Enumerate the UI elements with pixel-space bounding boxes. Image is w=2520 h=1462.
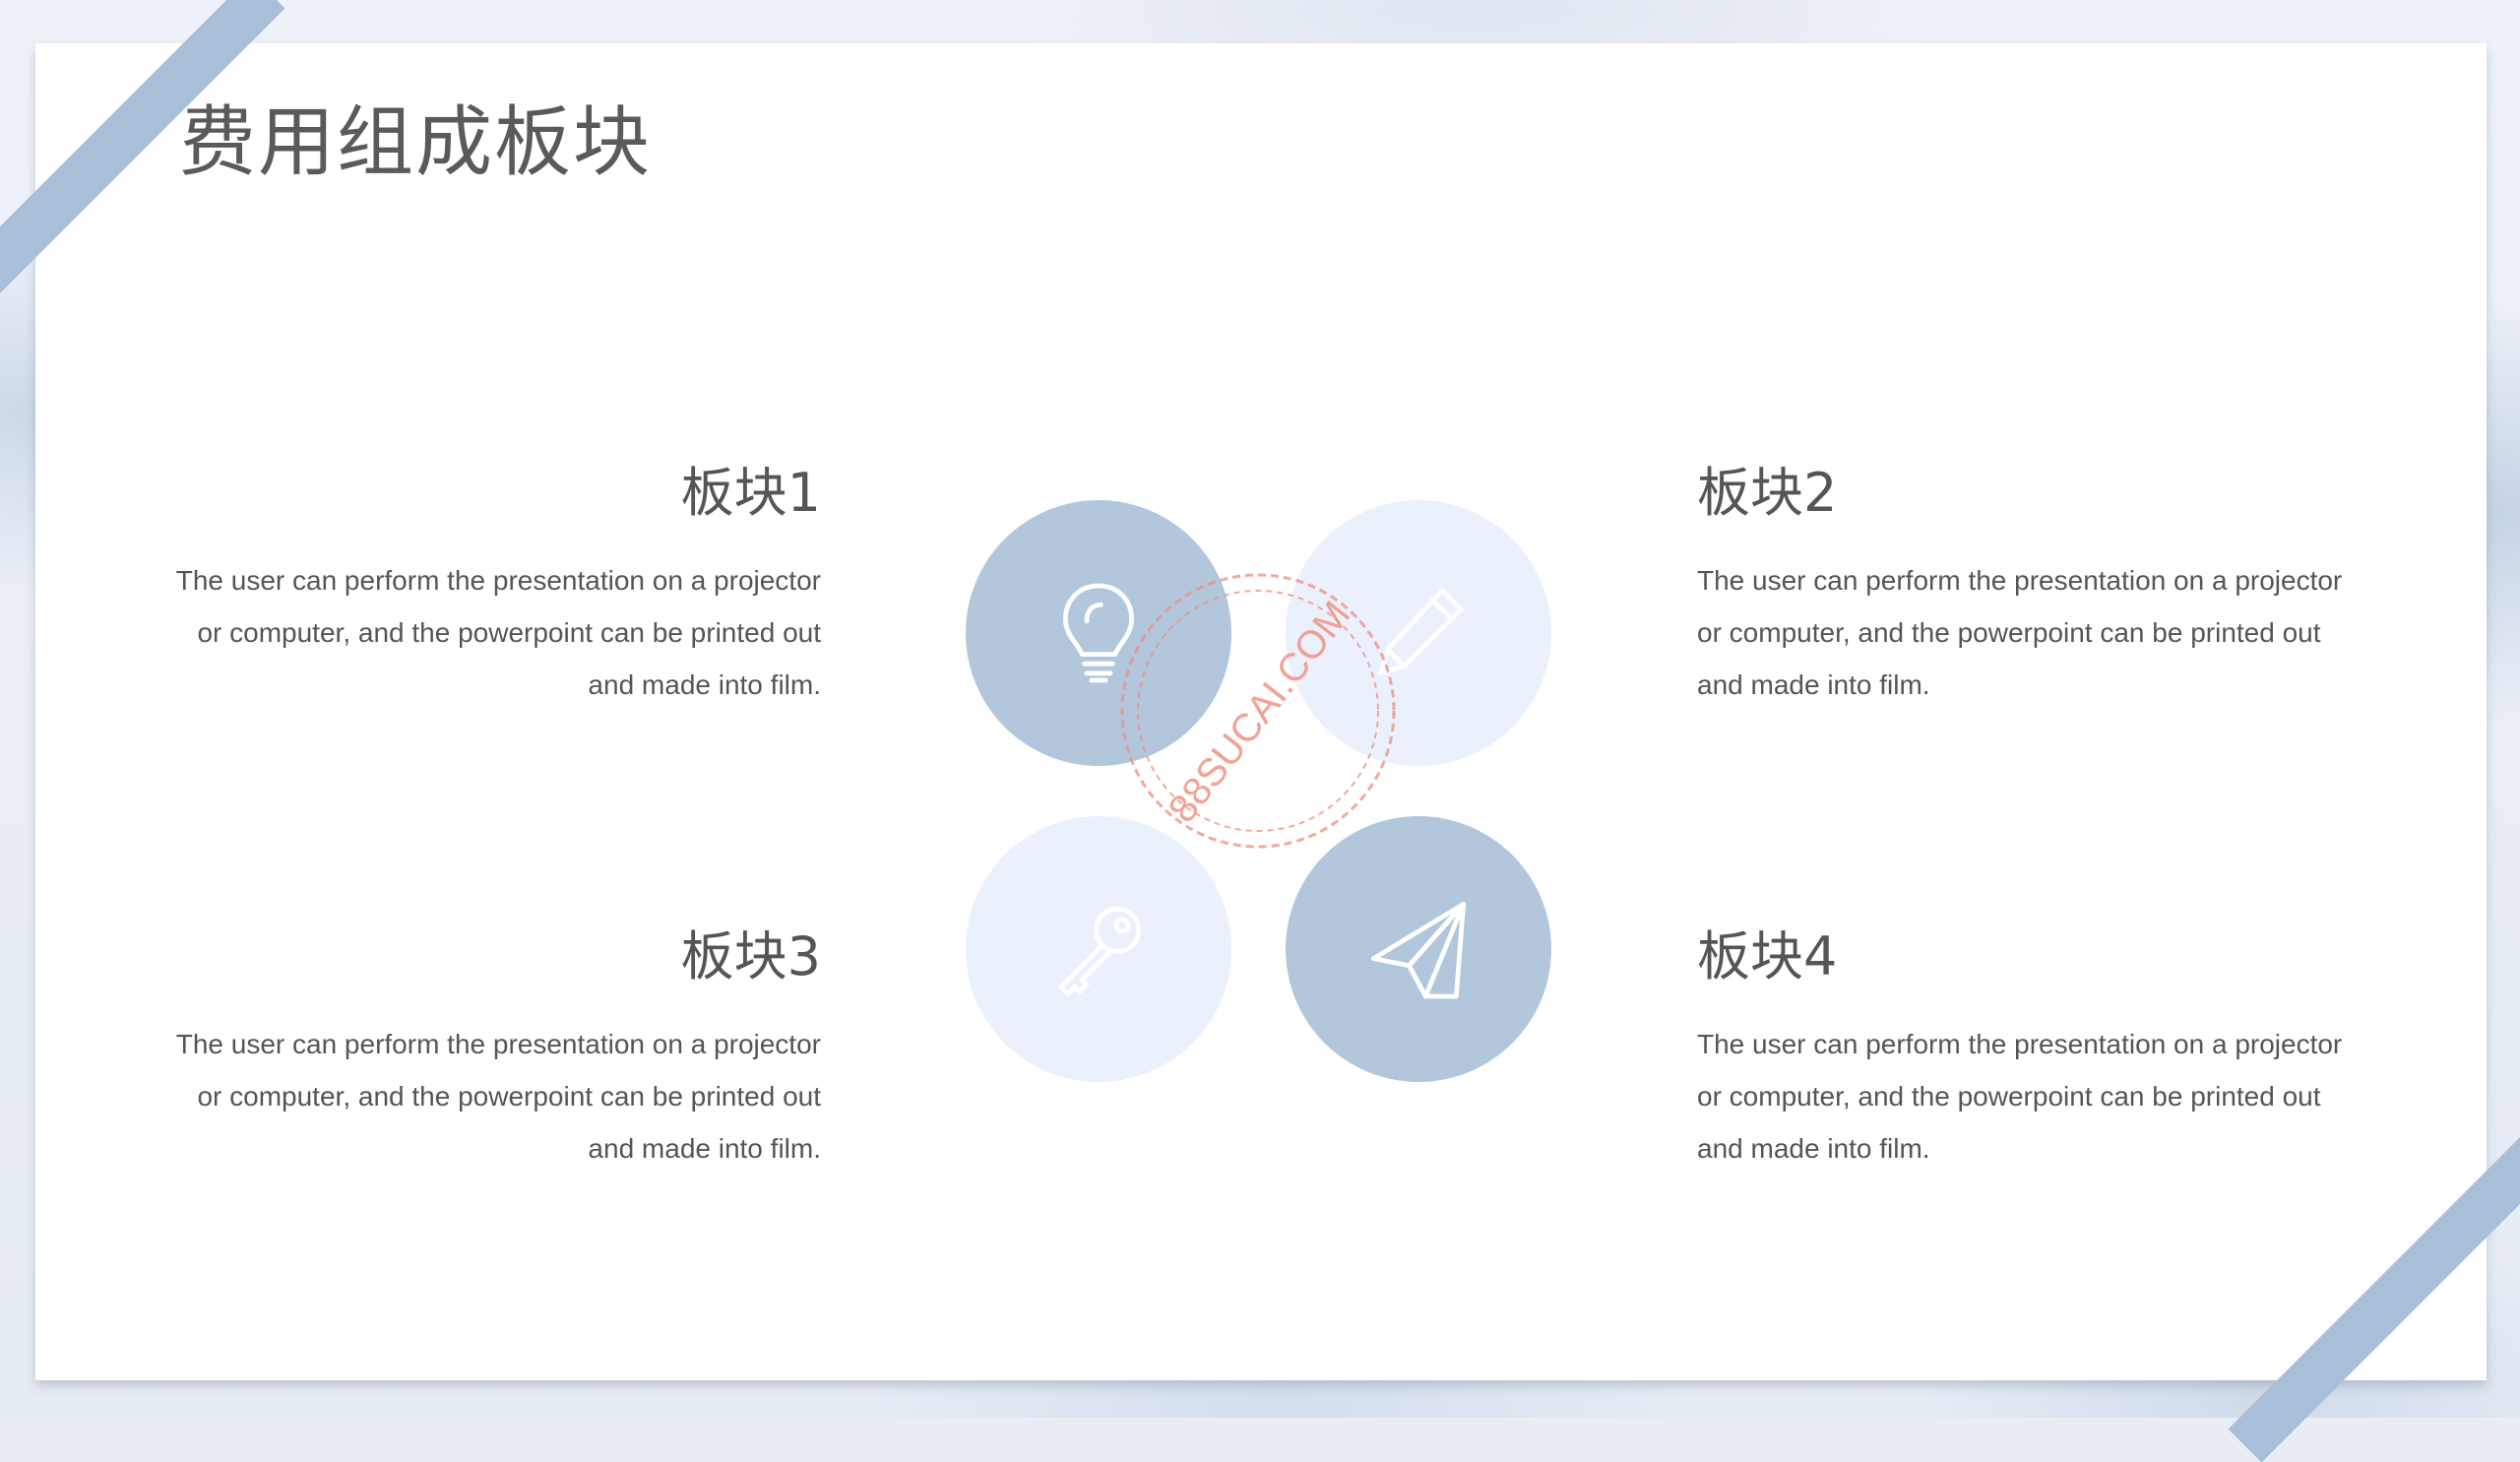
block-1-text: The user can perform the presentation on… (175, 565, 821, 700)
pencil-icon (1378, 588, 1464, 676)
lightbulb-icon (1063, 583, 1134, 683)
circle-paper-plane (1286, 816, 1551, 1082)
slide-card (35, 43, 2487, 1380)
block-2-text: The user can perform the presentation on… (1697, 565, 2343, 700)
block-2: 板块2 The user can perform the presentatio… (1697, 449, 2347, 711)
block-4-title: 板块4 (1697, 925, 1838, 987)
block-3: 板块3 The user can perform the presentatio… (171, 913, 821, 1175)
paper-plane-icon (1371, 902, 1466, 999)
block-3-title: 板块3 (680, 925, 821, 987)
circle-lightbulb (966, 500, 1231, 766)
key-icon (1058, 906, 1142, 996)
circle-key (966, 816, 1231, 1082)
page-title: 费用组成板块 (179, 98, 653, 187)
block-1-title: 板块1 (680, 462, 821, 524)
block-2-title: 板块2 (1697, 462, 1838, 524)
block-1: 板块1 The user can perform the presentatio… (171, 449, 821, 711)
block-4: 板块4 The user can perform the presentatio… (1697, 913, 2347, 1175)
block-4-text: The user can perform the presentation on… (1697, 1029, 2343, 1164)
circle-pencil (1286, 500, 1551, 766)
block-3-text: The user can perform the presentation on… (175, 1029, 821, 1164)
